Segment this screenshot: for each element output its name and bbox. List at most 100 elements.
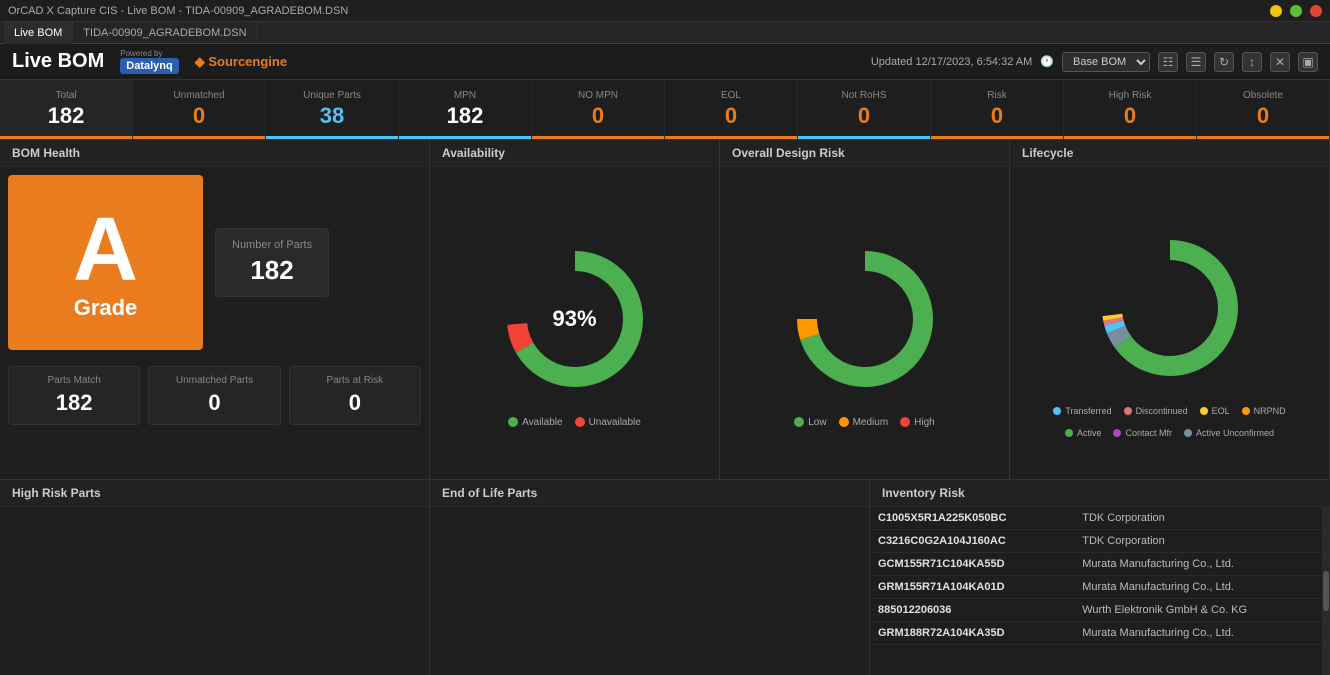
base-bom-select[interactable]: Base BOM [1062,52,1150,72]
legend-nrpnd: NRPND [1242,406,1286,416]
table-row[interactable]: GCM155R71C104KA55DMurata Manufacturing C… [870,553,1330,576]
stat-label-5: EOL [721,90,741,101]
sourceengine-brand: ◆ Sourcengine [195,54,287,70]
stat-value-3: 182 [447,103,484,129]
manufacturer-cell: Murata Manufacturing Co., Ltd. [1074,553,1330,576]
number-of-parts-label: Number of Parts [232,239,312,251]
mpn-cell: GCM155R71C104KA55D [870,553,1074,576]
risk-header: Overall Design Risk [720,140,1009,167]
medium-label: Medium [853,417,889,428]
mpn-cell: C3216C0G2A104J160AC [870,530,1074,553]
manufacturer-cell: TDK Corporation [1074,530,1330,553]
stat-label-4: NO MPN [578,90,618,101]
table-row[interactable]: GRM188R72A104KA35DMurata Manufacturing C… [870,622,1330,645]
medium-dot [839,417,849,427]
settings-button[interactable]: ✕ [1270,52,1290,72]
lifecycle-chart-svg [1090,228,1250,388]
table-row[interactable]: C1005X5R1A225K050BCTDK Corporation [870,507,1330,530]
minimize-button[interactable] [1270,5,1282,17]
eol-label: EOL [1212,406,1230,416]
table-row[interactable]: GRM155R71A104KA01DMurata Manufacturing C… [870,576,1330,599]
stat-label-9: Obsolete [1243,90,1283,101]
expand-button[interactable]: ↕ [1242,52,1262,72]
legend-eol: EOL [1200,406,1230,416]
table-row[interactable]: C3216C0G2A104J160ACTDK Corporation [870,530,1330,553]
eol-dot [1200,407,1208,415]
active-unconfirmed-dot [1184,429,1192,437]
datalynq-logo-area: Powered by Datalynq [120,49,178,74]
transferred-label: Transferred [1065,406,1111,416]
risk-panel: Overall Design Risk Low [720,140,1010,479]
stat-item-total[interactable]: Total182 [0,80,133,139]
legend-active-unconfirmed: Active Unconfirmed [1184,428,1274,438]
table-row[interactable]: 885012206036Wurth Elektronik GmbH & Co. … [870,599,1330,622]
sourceengine-logo-area: ◆ Sourcengine [195,54,287,70]
scrollbar[interactable] [1322,507,1330,675]
eol-body [430,507,869,675]
legend-unavailable: Unavailable [575,417,641,428]
app-title: Live BOM [12,50,104,73]
inventory-header: Inventory Risk [870,480,1330,507]
top-panels: BOM Health A Grade Number of Parts 182 [0,140,1330,480]
legend-high: High [900,417,935,428]
lifecycle-panel: Lifecycle [1010,140,1330,479]
eol-header: End of Life Parts [430,480,869,507]
risk-donut [785,239,945,399]
tab-schematic[interactable]: TIDA-00909_AGRADEBOM.DSN [73,22,257,44]
stat-value-9: 0 [1257,103,1269,129]
grid-view-button[interactable]: ☷ [1158,52,1178,72]
availability-legend: Available Unavailable [508,417,641,428]
stat-item-obsolete[interactable]: Obsolete 0 [1197,80,1330,139]
inventory-scroll[interactable]: C1005X5R1A225K050BCTDK CorporationC3216C… [870,507,1330,675]
stat-item-unique-parts[interactable]: Unique Parts38 [266,80,399,139]
mpn-cell: GRM188R72A104KA35D [870,622,1074,645]
lifecycle-header: Lifecycle [1010,140,1329,167]
parts-match-box: Parts Match 182 [8,366,140,425]
legend-medium: Medium [839,417,889,428]
manufacturer-cell: Murata Manufacturing Co., Ltd. [1074,622,1330,645]
close-button[interactable] [1310,5,1322,17]
manufacturer-cell: Wurth Elektronik GmbH & Co. KG [1074,599,1330,622]
app-header: Live BOM Powered by Datalynq ◆ Sourcengi… [0,44,1330,80]
header-right: Updated 12/17/2023, 6:54:32 AM 🕐 Base BO… [871,52,1318,72]
stat-label-0: Total [55,90,76,101]
risk-body: Low Medium High [720,167,1009,479]
maximize-button[interactable] [1290,5,1302,17]
stat-item-high-risk[interactable]: High Risk0 [1064,80,1197,139]
stat-item-not-rohs[interactable]: Not RoHS0 [798,80,931,139]
list-view-button[interactable]: ☰ [1186,52,1206,72]
stat-value-6: 0 [858,103,870,129]
stat-item-eol[interactable]: EOL0 [665,80,798,139]
available-label: Available [522,417,562,428]
tab-bar: Live BOM TIDA-00909_AGRADEBOM.DSN [0,22,1330,44]
stat-item-no-mpn[interactable]: NO MPN0 [532,80,665,139]
unavailable-label: Unavailable [589,417,641,428]
bom-health-body: A Grade Number of Parts 182 Parts Match … [0,167,429,433]
risk-legend: Low Medium High [794,417,935,428]
high-risk-body [0,507,429,675]
grade-letter: A [73,205,138,295]
unmatched-parts-box: Unmatched Parts 0 [148,366,280,425]
stat-item-mpn[interactable]: MPN182 [399,80,532,139]
stat-item-risk[interactable]: Risk 0 [931,80,1064,139]
transferred-dot [1053,407,1061,415]
risk-chart-svg [785,239,945,399]
stat-label-8: High Risk [1109,90,1152,101]
stat-label-7: Risk [987,90,1006,101]
title-bar-controls [1270,5,1322,17]
parts-match-value: 182 [19,390,129,416]
bom-health-header: BOM Health [0,140,429,167]
stat-item-unmatched[interactable]: Unmatched0 [133,80,266,139]
legend-transferred: Transferred [1053,406,1111,416]
number-of-parts-value: 182 [232,255,312,286]
stat-value-7: 0 [991,103,1003,129]
availability-panel: Availability 93% Available [430,140,720,479]
low-label: Low [808,417,826,428]
parts-match-label: Parts Match [19,375,129,386]
fullscreen-button[interactable]: ▣ [1298,52,1318,72]
inventory-table: C1005X5R1A225K050BCTDK CorporationC3216C… [870,507,1330,645]
eol-panel: End of Life Parts [430,480,870,675]
nrpnd-dot [1242,407,1250,415]
refresh-button[interactable]: ↻ [1214,52,1234,72]
tab-live-bom[interactable]: Live BOM [4,22,73,44]
